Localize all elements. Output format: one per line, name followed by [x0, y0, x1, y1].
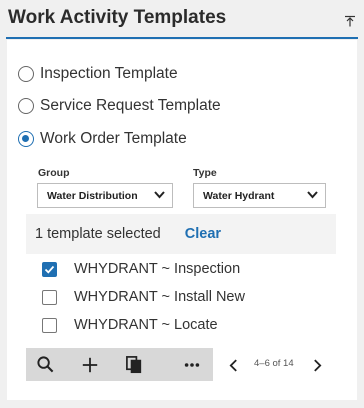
collapse-up-icon[interactable]: [344, 14, 356, 27]
template-label: WHYDRANT ~ Install New: [74, 289, 245, 305]
more-icon[interactable]: [180, 353, 204, 377]
next-page-icon[interactable]: [310, 357, 324, 373]
checkbox-checked[interactable]: [42, 261, 57, 277]
pager-range: 4–6 of 14: [254, 358, 294, 369]
chevron-down-icon: [153, 188, 166, 204]
template-item-inspection[interactable]: WHYDRANT ~ Inspection: [42, 261, 240, 277]
template-item-locate[interactable]: WHYDRANT ~ Locate: [42, 317, 218, 333]
template-label: WHYDRANT ~ Locate: [74, 317, 218, 333]
copy-icon[interactable]: [122, 353, 146, 377]
group-select[interactable]: Water Distribution: [37, 183, 173, 208]
selection-summary-bar: 1 template selected Clear: [26, 214, 336, 254]
type-label: Type: [193, 167, 217, 179]
group-select-value: Water Distribution: [47, 189, 138, 202]
radio-button[interactable]: [18, 98, 34, 114]
checkbox[interactable]: [42, 289, 57, 305]
radio-label: Inspection Template: [40, 65, 178, 82]
add-icon[interactable]: [78, 353, 102, 377]
template-label: WHYDRANT ~ Inspection: [74, 261, 241, 277]
radio-label: Work Order Template: [40, 130, 187, 147]
radio-work-order-template[interactable]: Work Order Template: [18, 130, 187, 148]
chevron-down-icon: [306, 188, 319, 204]
work-activity-templates-panel: Work Activity Templates Inspection Templ…: [0, 0, 364, 408]
title-divider: [6, 37, 358, 39]
template-toolbar: [26, 348, 213, 381]
type-select[interactable]: Water Hydrant: [193, 183, 326, 208]
group-label: Group: [38, 167, 70, 179]
radio-button-selected[interactable]: [18, 131, 34, 147]
selection-count: 1 template selected: [35, 226, 161, 242]
search-icon[interactable]: [33, 353, 57, 377]
radio-label: Service Request Template: [40, 97, 221, 114]
clear-selection-link[interactable]: Clear: [185, 226, 221, 242]
panel-title: Work Activity Templates: [8, 7, 227, 28]
radio-button[interactable]: [18, 66, 34, 82]
type-select-value: Water Hydrant: [203, 189, 275, 202]
radio-inspection-template[interactable]: Inspection Template: [18, 65, 178, 83]
previous-page-icon[interactable]: [226, 357, 240, 373]
radio-service-request-template[interactable]: Service Request Template: [18, 97, 221, 115]
checkbox[interactable]: [42, 317, 57, 333]
template-item-install-new[interactable]: WHYDRANT ~ Install New: [42, 289, 245, 305]
